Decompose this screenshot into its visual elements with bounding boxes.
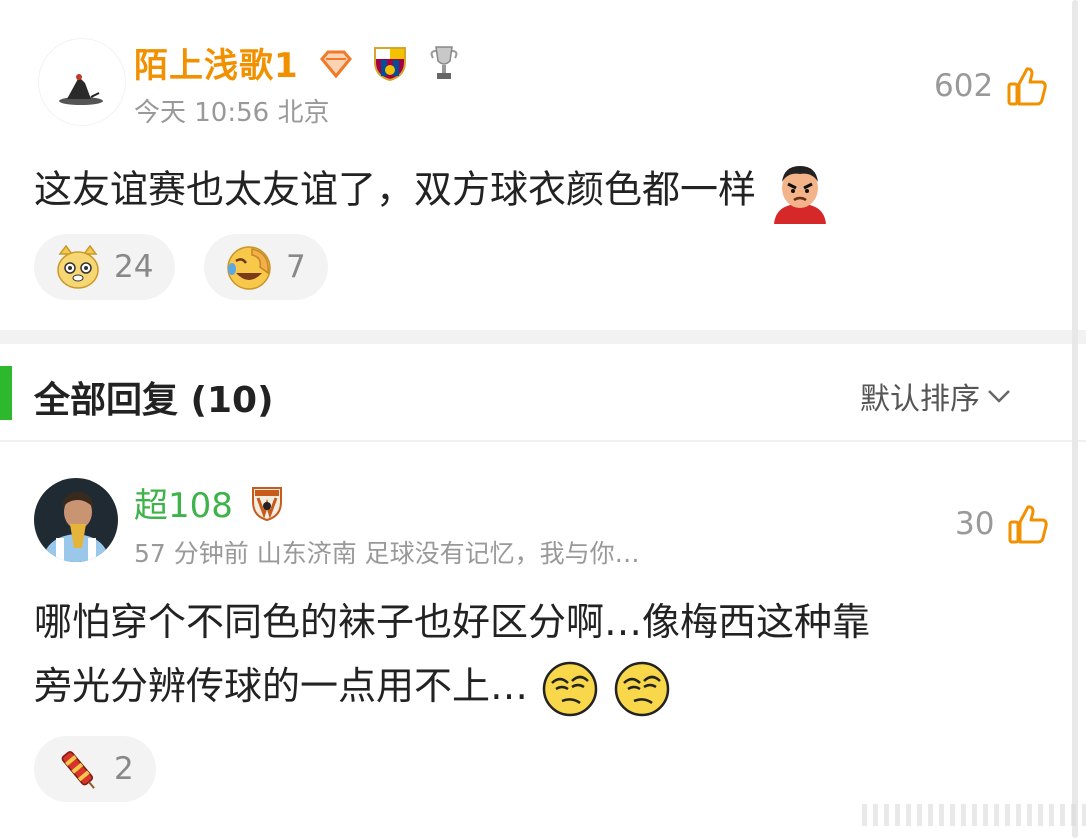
scrollbar[interactable] bbox=[1072, 0, 1078, 838]
reply-meta: 57 分钟前 山东济南 足球没有记忆，我与你… bbox=[134, 539, 640, 568]
divider bbox=[0, 440, 1086, 442]
reaction-pill-laugh[interactable]: 7 bbox=[204, 234, 328, 300]
section-separator bbox=[0, 330, 1086, 344]
comment-meta: 今天 10:56 北京 bbox=[134, 92, 329, 129]
like-count: 30 bbox=[955, 506, 995, 542]
like-count: 602 bbox=[934, 68, 994, 104]
replies-title: 全部回复 (10) bbox=[34, 380, 274, 421]
avatar[interactable] bbox=[38, 38, 126, 126]
sort-label: 默认排序 bbox=[860, 382, 980, 417]
reaction-count: 24 bbox=[114, 249, 154, 285]
cat-face-emoji-icon bbox=[57, 244, 99, 289]
vip-diamond-badge-icon bbox=[318, 48, 354, 88]
reply-text-line: 哪怕穿个不同色的袜子也好区分啊…像梅西这种靠 bbox=[34, 600, 871, 644]
comment-text: 这友谊赛也太友谊了，双方球衣颜色都一样 bbox=[34, 160, 832, 224]
reply-text-line-2: 旁光分辨传球的一点用不上… bbox=[34, 654, 1044, 719]
username[interactable]: 陌上浅歌1 bbox=[134, 38, 461, 92]
username[interactable]: 超108 bbox=[134, 478, 284, 531]
reaction-pill-firecracker[interactable]: 2 bbox=[34, 736, 156, 802]
sort-dropdown[interactable]: 默认排序 bbox=[860, 374, 1012, 418]
avatar-witch-hat-image bbox=[59, 74, 103, 105]
avatar-player-trophy-image bbox=[34, 478, 118, 562]
reaction-count: 7 bbox=[286, 249, 306, 285]
smug-face-emoji-icon bbox=[614, 661, 670, 716]
smug-face-emoji-icon bbox=[542, 661, 598, 716]
like-button[interactable]: 602 bbox=[934, 64, 1049, 108]
comment-time: 今天 10:56 bbox=[134, 98, 270, 128]
avatar[interactable] bbox=[34, 478, 118, 562]
watermark bbox=[862, 804, 1086, 826]
chevron-down-icon bbox=[988, 390, 1010, 403]
thumbs-up-icon bbox=[1007, 67, 1047, 106]
comment-location: 北京 bbox=[277, 98, 330, 128]
firecracker-emoji-icon bbox=[61, 751, 95, 789]
section-accent-bar bbox=[0, 366, 12, 420]
barcelona-crest-badge-icon bbox=[372, 44, 408, 91]
laughing-facepalm-emoji-icon bbox=[227, 246, 271, 290]
trophy-badge-icon bbox=[427, 43, 461, 92]
thumbs-up-icon bbox=[1008, 505, 1049, 544]
reply-text: 哪怕穿个不同色的袜子也好区分啊…像梅西这种靠 旁光分辨传球的一点用不上… bbox=[34, 590, 1044, 719]
reaction-count: 2 bbox=[114, 751, 134, 787]
reaction-pill-cat[interactable]: 24 bbox=[34, 234, 176, 300]
club-crest-badge-icon bbox=[250, 484, 284, 531]
like-button[interactable]: 30 bbox=[955, 502, 1050, 546]
angry-face-emoji-icon bbox=[774, 166, 827, 224]
